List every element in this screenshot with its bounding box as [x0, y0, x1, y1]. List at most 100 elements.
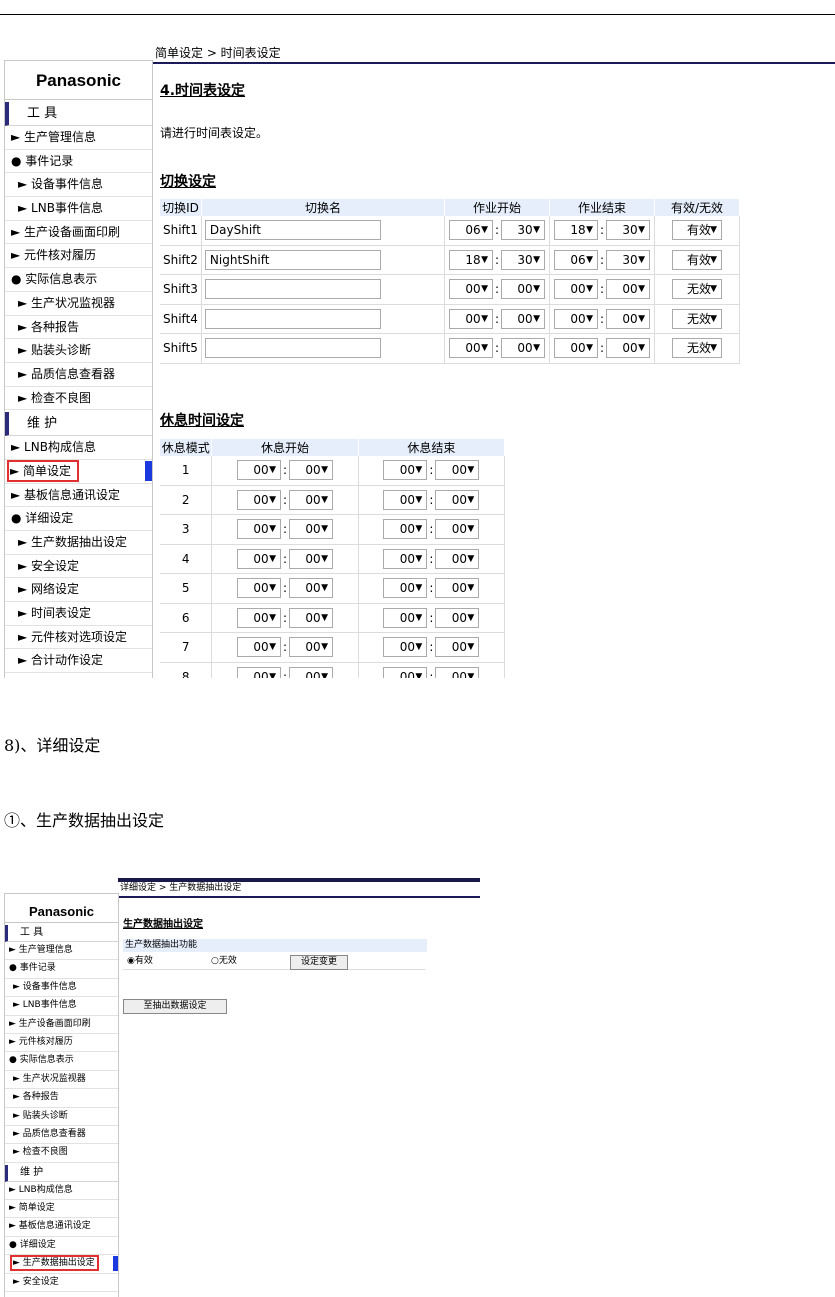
start-minute-select[interactable]: 00 ▼ — [501, 279, 545, 300]
sidebar-item[interactable]: ► 检查不良图 — [5, 1144, 118, 1163]
break-end-hour-select[interactable]: 00 ▼ — [383, 548, 428, 569]
sidebar-item[interactable]: ► LNB构成信息 — [5, 436, 152, 460]
start-minute-select[interactable]: 30 ▼ — [501, 249, 545, 270]
end-minute-select[interactable]: 00 ▼ — [606, 308, 650, 329]
shift-name-input[interactable]: DayShift — [204, 220, 381, 241]
status-select[interactable]: 无效 ▼ — [672, 338, 722, 359]
sidebar-item[interactable]: ► 元件核对选项设定 — [5, 626, 152, 650]
break-end-minute-select[interactable]: 00 ▼ — [435, 519, 480, 540]
start-minute-select[interactable]: 00 ▼ — [501, 338, 545, 359]
break-start-hour-select[interactable]: 00 ▼ — [237, 489, 282, 510]
sidebar-item[interactable]: ● 实际信息表示 — [5, 1052, 118, 1071]
sidebar-item[interactable]: ► 各种报告 — [5, 1089, 118, 1108]
break-end-hour-select[interactable]: 00 ▼ — [383, 519, 428, 540]
sidebar-item[interactable]: ► 各种报告 — [5, 316, 152, 340]
shift-name-input[interactable] — [204, 338, 381, 359]
shift-name-input[interactable] — [204, 279, 381, 300]
sidebar-item[interactable]: ► LNB事件信息 — [5, 997, 118, 1016]
sidebar-item[interactable]: ● 实际信息表示 — [5, 268, 152, 292]
break-start-hour-select[interactable]: 00 ▼ — [237, 460, 282, 481]
break-end-minute-select[interactable]: 00 ▼ — [435, 666, 480, 678]
end-hour-select[interactable]: 18 ▼ — [554, 220, 598, 241]
start-hour-select[interactable]: 00 ▼ — [449, 338, 493, 359]
break-start-minute-select[interactable]: 00 ▼ — [289, 578, 334, 599]
sidebar-item[interactable]: ► 基板信息通讯设定 — [5, 1218, 118, 1237]
sidebar-item[interactable]: ► 生产数据抽出设定 — [5, 531, 152, 555]
sidebar-item[interactable]: ● 事件记录 — [5, 960, 118, 979]
break-end-hour-select[interactable]: 00 ▼ — [383, 460, 428, 481]
break-end-hour-select[interactable]: 00 ▼ — [383, 666, 428, 678]
status-select[interactable]: 有效 ▼ — [672, 249, 722, 270]
break-start-minute-select[interactable]: 00 ▼ — [289, 637, 334, 658]
sidebar-item[interactable]: ► LNB构成信息 — [5, 1182, 118, 1201]
start-hour-select[interactable]: 00 ▼ — [449, 308, 493, 329]
sidebar-item[interactable]: ► 检查不良图 — [5, 387, 152, 411]
shift-name-input[interactable]: NightShift — [204, 249, 381, 270]
break-end-minute-select[interactable]: 00 ▼ — [435, 489, 480, 510]
sidebar-item[interactable]: ► 品质信息查看器 — [5, 363, 152, 387]
sidebar-item[interactable]: ► LNB事件信息 — [5, 197, 152, 221]
change-settings-button[interactable]: 设定变更 — [290, 955, 348, 970]
end-minute-select[interactable]: 30 ▼ — [606, 220, 650, 241]
sidebar-item[interactable]: ► 基板信息通讯设定 — [5, 484, 152, 508]
break-start-minute-select[interactable]: 00 ▼ — [289, 607, 334, 628]
start-hour-select[interactable]: 00 ▼ — [449, 279, 493, 300]
end-hour-select[interactable]: 00 ▼ — [554, 308, 598, 329]
break-end-hour-select[interactable]: 00 ▼ — [383, 489, 428, 510]
break-end-hour-select[interactable]: 00 ▼ — [383, 607, 428, 628]
break-end-minute-select[interactable]: 00 ▼ — [435, 578, 480, 599]
end-hour-select[interactable]: 00 ▼ — [554, 338, 598, 359]
break-start-hour-select[interactable]: 00 ▼ — [237, 548, 282, 569]
sidebar-item[interactable]: ► 设备事件信息 — [5, 979, 118, 998]
end-hour-select[interactable]: 06 ▼ — [554, 249, 598, 270]
break-start-minute-select[interactable]: 00 ▼ — [289, 519, 334, 540]
break-start-minute-select[interactable]: 00 ▼ — [289, 489, 334, 510]
sidebar-item[interactable]: ► 安全设定 — [5, 1274, 118, 1293]
sidebar-item[interactable]: ► 安全设定 — [5, 555, 152, 579]
sidebar-item[interactable]: ► 设备事件信息 — [5, 173, 152, 198]
sidebar-item[interactable]: ► 贴装头诊断 — [5, 339, 152, 363]
sidebar-item[interactable]: ► 贴装头诊断 — [5, 1108, 118, 1126]
break-end-hour-select[interactable]: 00 ▼ — [383, 578, 428, 599]
start-minute-select[interactable]: 30 ▼ — [501, 220, 545, 241]
radio-valid[interactable]: ◉有效 — [127, 953, 153, 969]
extract-data-settings-button[interactable]: 至抽出数据设定 — [123, 999, 227, 1014]
status-select[interactable]: 有效 ▼ — [672, 220, 722, 241]
sidebar-item[interactable]: ► 生产状况监视器 — [5, 292, 152, 316]
end-hour-select[interactable]: 00 ▼ — [554, 279, 598, 300]
sidebar-item[interactable]: ► 生产管理信息 — [5, 942, 118, 961]
start-hour-select[interactable]: 06 ▼ — [449, 220, 493, 241]
start-hour-select[interactable]: 18 ▼ — [449, 249, 493, 270]
end-minute-select[interactable]: 00 ▼ — [606, 279, 650, 300]
status-select[interactable]: 无效 ▼ — [672, 308, 722, 329]
sidebar-item[interactable]: ► 时间表设定 — [5, 602, 152, 626]
break-start-minute-select[interactable]: 00 ▼ — [289, 460, 334, 481]
sidebar-item[interactable]: ► 网络设定 — [5, 578, 152, 603]
sidebar-item[interactable]: ► 生产数据抽出设定 — [5, 1255, 118, 1274]
break-start-hour-select[interactable]: 00 ▼ — [237, 578, 282, 599]
sidebar-item[interactable]: ► 元件核对履历 — [5, 244, 152, 269]
break-start-minute-select[interactable]: 00 ▼ — [289, 548, 334, 569]
sidebar-item[interactable]: ● 事件记录 — [5, 150, 152, 174]
shift-name-input[interactable] — [204, 308, 381, 329]
end-minute-select[interactable]: 30 ▼ — [606, 249, 650, 270]
break-start-hour-select[interactable]: 00 ▼ — [237, 607, 282, 628]
sidebar-item[interactable]: ► 生产状况监视器 — [5, 1071, 118, 1090]
break-end-minute-select[interactable]: 00 ▼ — [435, 460, 480, 481]
break-end-minute-select[interactable]: 00 ▼ — [435, 548, 480, 569]
sidebar-item[interactable]: ● 详细设定 — [5, 507, 152, 531]
sidebar-item[interactable]: ► 简单设定 — [5, 1200, 118, 1219]
status-select[interactable]: 无效 ▼ — [672, 279, 722, 300]
sidebar-item[interactable]: ► 生产设备画面印刷 — [5, 221, 152, 245]
break-start-hour-select[interactable]: 00 ▼ — [237, 519, 282, 540]
sidebar-item[interactable]: ► 品质信息查看器 — [5, 1126, 118, 1145]
break-start-hour-select[interactable]: 00 ▼ — [237, 637, 282, 658]
sidebar-item[interactable]: ► 元件核对履历 — [5, 1034, 118, 1053]
sidebar-item[interactable]: ► 生产管理信息 — [5, 126, 152, 150]
sidebar-item[interactable]: ● 详细设定 — [5, 1237, 118, 1256]
end-minute-select[interactable]: 00 ▼ — [606, 338, 650, 359]
break-end-minute-select[interactable]: 00 ▼ — [435, 607, 480, 628]
radio-invalid[interactable]: ○无效 — [211, 953, 237, 969]
break-end-minute-select[interactable]: 00 ▼ — [435, 637, 480, 658]
sidebar-item[interactable]: ► 生产设备画面印刷 — [5, 1016, 118, 1034]
